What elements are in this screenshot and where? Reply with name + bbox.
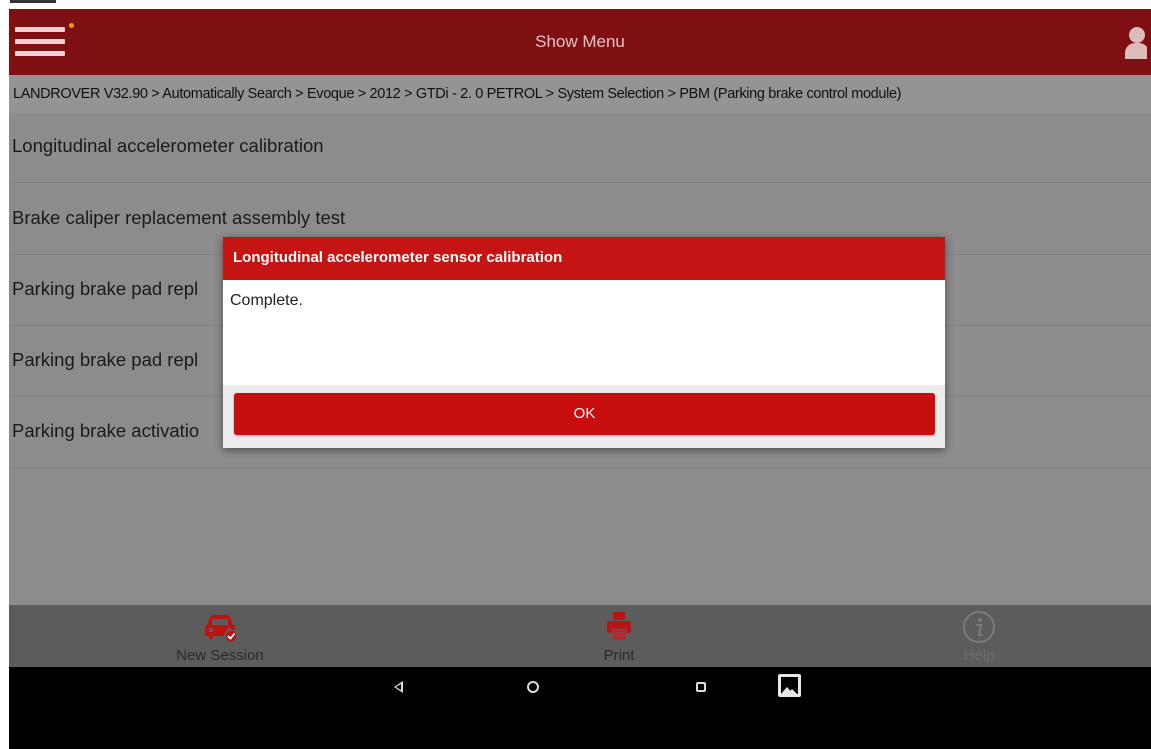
list-item-label: Parking brake pad repl	[12, 278, 199, 299]
breadcrumb: LANDROVER V32.90 > Automatically Search …	[9, 75, 1151, 113]
car-check-icon	[205, 615, 238, 643]
user-icon[interactable]	[1125, 25, 1147, 59]
help-label: Help	[963, 647, 995, 664]
print-button[interactable]: Print	[519, 605, 719, 667]
new-session-label: New Session	[176, 647, 264, 664]
calibration-dialog: Longitudinal accelerometer sensor calibr…	[223, 237, 945, 448]
new-session-button[interactable]: New Session	[120, 605, 320, 667]
notification-dot-icon	[69, 23, 74, 28]
list-item-label: Parking brake pad repl	[12, 349, 199, 370]
info-icon	[963, 611, 995, 643]
print-label: Print	[603, 647, 635, 664]
list-item-label: Parking brake activatio	[12, 420, 200, 441]
back-icon[interactable]	[394, 681, 403, 693]
help-button[interactable]: Help	[879, 605, 1079, 667]
android-nav-bar	[9, 667, 1151, 749]
dialog-footer: OK	[223, 385, 945, 448]
dialog-message: Complete.	[230, 292, 303, 309]
gallery-icon[interactable]	[778, 674, 801, 697]
ok-button[interactable]: OK	[234, 393, 935, 435]
page-title: Show Menu	[535, 32, 625, 51]
dialog-body: Complete.	[223, 280, 945, 385]
recent-apps-icon[interactable]	[696, 682, 706, 692]
bottom-toolbar: New Session Print Help	[9, 605, 1151, 667]
list-item-label: Brake caliper replacement assembly test	[12, 207, 346, 228]
dialog-title: Longitudinal accelerometer sensor calibr…	[233, 249, 563, 266]
list-item-accelerometer-calibration[interactable]: Longitudinal accelerometer calibration	[9, 113, 1151, 183]
printer-icon	[607, 612, 631, 641]
top-strip	[0, 0, 1151, 9]
dialog-header: Longitudinal accelerometer sensor calibr…	[223, 237, 945, 280]
app-bar: Show Menu	[9, 9, 1151, 75]
top-strip-mark	[10, 0, 56, 3]
app-frame: Show Menu LANDROVER V32.90 > Automatical…	[9, 9, 1151, 749]
home-icon[interactable]	[527, 681, 539, 693]
list-item-label: Longitudinal accelerometer calibration	[12, 135, 324, 156]
